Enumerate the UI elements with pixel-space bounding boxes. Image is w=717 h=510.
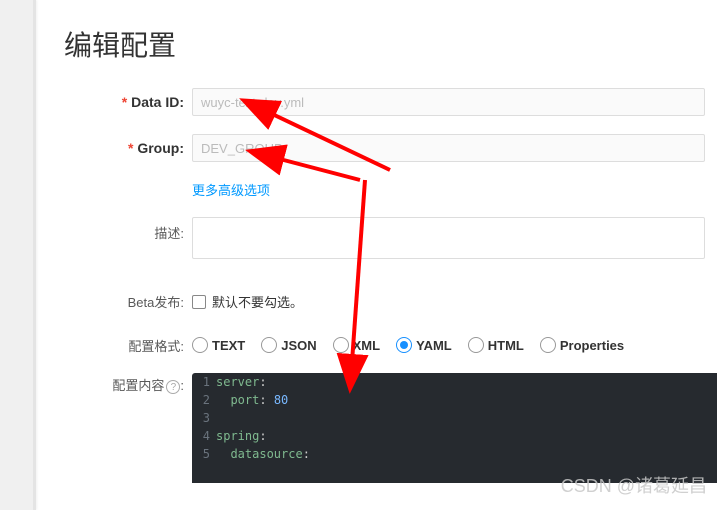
line-number: 5 <box>192 445 216 463</box>
code-line: 3 <box>192 409 717 427</box>
radio-group-format: TEXT JSON XML YAML HTML Properties <box>192 337 705 353</box>
line-number: 3 <box>192 409 216 427</box>
checkbox-box-icon <box>192 295 206 309</box>
row-description: 描述: <box>36 217 717 262</box>
radio-format-properties[interactable]: Properties <box>540 337 624 353</box>
line-number: 4 <box>192 427 216 445</box>
radio-circle-icon <box>540 337 556 353</box>
label-data-id: Data ID: <box>36 94 192 110</box>
radio-format-xml[interactable]: XML <box>333 337 380 353</box>
radio-label: HTML <box>488 338 524 353</box>
radio-format-yaml[interactable]: YAML <box>396 337 452 353</box>
label-beta: Beta发布: <box>36 292 192 311</box>
input-data-id[interactable] <box>192 88 705 116</box>
code-line: 2 port: 80 <box>192 391 717 409</box>
checkbox-beta-label: 默认不要勾选。 <box>212 292 303 311</box>
radio-circle-icon <box>261 337 277 353</box>
row-format: 配置格式: TEXT JSON XML YAML HTML Properties <box>36 336 717 355</box>
page-title: 编辑配置 <box>36 20 717 88</box>
radio-label: JSON <box>281 338 316 353</box>
radio-label: TEXT <box>212 338 245 353</box>
radio-label: XML <box>353 338 380 353</box>
link-more-advanced[interactable]: 更多高级选项 <box>192 183 270 198</box>
code-text: spring: <box>216 427 717 445</box>
code-text: port: 80 <box>216 391 717 409</box>
label-description: 描述: <box>36 217 192 242</box>
form-container: 编辑配置 Data ID: Group: 更多高级选项 描述: Beta发布: … <box>36 0 717 510</box>
radio-circle-icon <box>396 337 412 353</box>
row-content: 配置内容?: 1server:2 port: 8034spring:5 data… <box>36 373 717 483</box>
code-text <box>216 409 717 427</box>
checkbox-beta[interactable]: 默认不要勾选。 <box>192 292 303 311</box>
code-line: 5 datasource: <box>192 445 717 463</box>
radio-circle-icon <box>333 337 349 353</box>
code-line: 1server: <box>192 373 717 391</box>
radio-format-text[interactable]: TEXT <box>192 337 245 353</box>
row-beta: Beta发布: 默认不要勾选。 <box>36 292 717 312</box>
help-icon[interactable]: ? <box>166 380 180 394</box>
input-group[interactable] <box>192 134 705 162</box>
label-content: 配置内容?: <box>36 373 192 394</box>
label-format: 配置格式: <box>36 336 192 355</box>
radio-format-html[interactable]: HTML <box>468 337 524 353</box>
left-margin <box>0 0 36 510</box>
row-group: Group: <box>36 134 717 162</box>
label-group: Group: <box>36 140 192 156</box>
radio-circle-icon <box>468 337 484 353</box>
row-advanced: 更多高级选项 <box>36 180 717 199</box>
code-line: 4spring: <box>192 427 717 445</box>
line-number: 2 <box>192 391 216 409</box>
row-data-id: Data ID: <box>36 88 717 116</box>
code-text: datasource: <box>216 445 717 463</box>
code-editor[interactable]: 1server:2 port: 8034spring:5 datasource: <box>192 373 717 483</box>
code-text: server: <box>216 373 717 391</box>
radio-label: YAML <box>416 338 452 353</box>
radio-label: Properties <box>560 338 624 353</box>
line-number: 1 <box>192 373 216 391</box>
radio-circle-icon <box>192 337 208 353</box>
textarea-description[interactable] <box>192 217 705 259</box>
radio-format-json[interactable]: JSON <box>261 337 316 353</box>
